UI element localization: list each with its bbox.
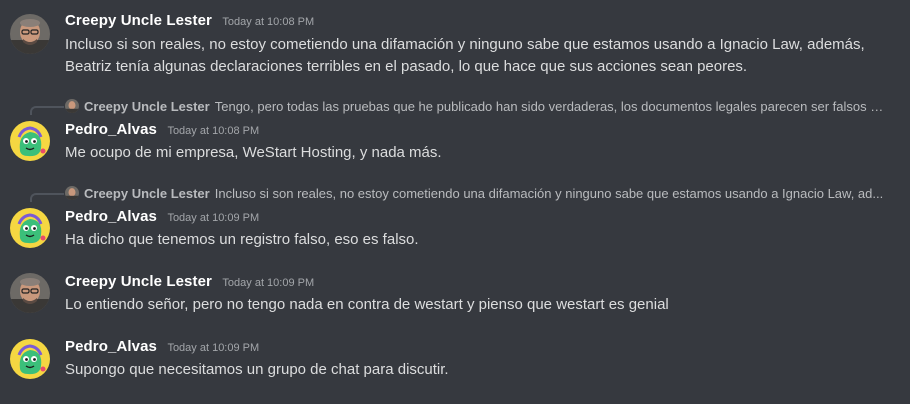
timestamp: Today at 10:09 PM — [167, 212, 260, 224]
message-header: Creepy Uncle Lester Today at 10:08 PM — [65, 12, 314, 32]
message-text: Me ocupo de mi empresa, WeStart Hosting,… — [65, 144, 442, 161]
reply-username[interactable]: Creepy Uncle Lester — [84, 186, 210, 201]
reply-connector — [30, 193, 64, 202]
reply-preview[interactable]: Creepy Uncle Lester Incluso si son reale… — [65, 184, 883, 202]
timestamp: Today at 10:09 PM — [222, 277, 315, 289]
man-portrait-avatar[interactable] — [10, 273, 50, 313]
reply-text[interactable]: Incluso si son reales, no estoy cometien… — [215, 186, 883, 201]
reply-username[interactable]: Creepy Uncle Lester — [84, 99, 210, 114]
message-text: Lo entiendo señor, pero no tengo nada en… — [65, 296, 669, 313]
timestamp: Today at 10:08 PM — [222, 16, 315, 28]
username[interactable]: Pedro_Alvas — [65, 338, 157, 355]
man-portrait-avatar[interactable] — [10, 14, 50, 54]
message-text: Supongo que necesitamos un grupo de chat… — [65, 361, 449, 378]
reply-preview[interactable]: Creepy Uncle Lester Tengo, pero todas la… — [65, 97, 885, 115]
reply-avatar-icon — [65, 186, 79, 200]
message-header: Pedro_Alvas Today at 10:09 PM — [65, 208, 259, 228]
message-header: Creepy Uncle Lester Today at 10:09 PM — [65, 273, 314, 293]
green-cartoon-avatar[interactable] — [10, 121, 50, 161]
username[interactable]: Pedro_Alvas — [65, 208, 157, 225]
username[interactable]: Pedro_Alvas — [65, 121, 157, 138]
username[interactable]: Creepy Uncle Lester — [65, 273, 212, 290]
reply-connector — [30, 106, 64, 115]
reply-text[interactable]: Tengo, pero todas las pruebas que he pub… — [215, 99, 885, 114]
message-header: Pedro_Alvas Today at 10:08 PM — [65, 121, 259, 141]
username[interactable]: Creepy Uncle Lester — [65, 12, 212, 29]
message-text: Incluso si son reales, no estoy cometien… — [65, 36, 865, 75]
green-cartoon-avatar[interactable] — [10, 208, 50, 248]
timestamp: Today at 10:08 PM — [167, 125, 260, 137]
timestamp: Today at 10:09 PM — [167, 342, 260, 354]
chat-message-list: Creepy Uncle Lester Today at 10:08 PM In… — [0, 0, 910, 404]
message-header: Pedro_Alvas Today at 10:09 PM — [65, 338, 259, 358]
green-cartoon-avatar[interactable] — [10, 339, 50, 379]
message-text: Ha dicho que tenemos un registro falso, … — [65, 231, 419, 248]
reply-avatar-icon — [65, 99, 79, 113]
